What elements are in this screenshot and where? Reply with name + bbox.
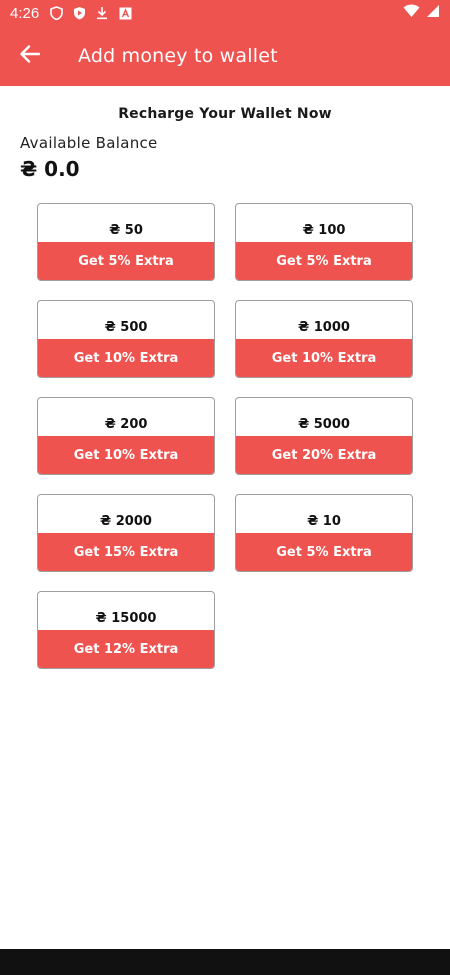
recharge-heading: Recharge Your Wallet Now	[118, 106, 332, 122]
offer-card[interactable]: ₴ 50 Get 5% Extra	[37, 203, 215, 281]
arrow-left-icon	[20, 45, 41, 67]
status-right	[403, 4, 440, 22]
play-protect-icon	[72, 6, 86, 20]
offer-amount: ₴ 15000	[95, 610, 157, 626]
balance-label: Available Balance	[20, 134, 158, 152]
offer-extra: Get 15% Extra	[38, 533, 214, 571]
app-bar: Add money to wallet	[0, 26, 450, 86]
offer-grid: ₴ 50 Get 5% Extra ₴ 100 Get 5% Extra ₴ 5…	[37, 203, 413, 669]
offer-card[interactable]: ₴ 10 Get 5% Extra	[235, 494, 413, 572]
offer-card[interactable]: ₴ 5000 Get 20% Extra	[235, 397, 413, 475]
page-title: Add money to wallet	[78, 45, 278, 67]
offer-extra: Get 12% Extra	[38, 630, 214, 668]
offer-extra: Get 5% Extra	[38, 242, 214, 280]
offer-extra: Get 10% Extra	[38, 436, 214, 474]
wifi-icon	[403, 4, 420, 22]
offer-extra: Get 5% Extra	[236, 242, 412, 280]
offer-extra: Get 10% Extra	[38, 339, 214, 377]
offer-extra: Get 20% Extra	[236, 436, 412, 474]
offer-card[interactable]: ₴ 1000 Get 10% Extra	[235, 300, 413, 378]
offer-amount: ₴ 5000	[298, 416, 350, 432]
offer-extra: Get 5% Extra	[236, 533, 412, 571]
offer-card[interactable]: ₴ 500 Get 10% Extra	[37, 300, 215, 378]
status-bar: 4:26	[0, 0, 450, 26]
offer-amount: ₴ 10	[307, 513, 341, 529]
offer-amount: ₴ 200	[104, 416, 148, 432]
offer-card[interactable]: ₴ 2000 Get 15% Extra	[37, 494, 215, 572]
offer-amount: ₴ 100	[302, 222, 346, 238]
back-button[interactable]	[0, 26, 60, 86]
signal-icon	[426, 4, 440, 22]
offer-card[interactable]: ₴ 100 Get 5% Extra	[235, 203, 413, 281]
system-nav-bar	[0, 949, 450, 975]
balance-value: ₴ 0.0	[20, 157, 80, 181]
font-icon	[118, 6, 132, 20]
offer-card[interactable]: ₴ 15000 Get 12% Extra	[37, 591, 215, 669]
shield-icon	[49, 6, 63, 20]
offer-amount: ₴ 50	[109, 222, 143, 238]
offer-card[interactable]: ₴ 200 Get 10% Extra	[37, 397, 215, 475]
download-icon	[95, 6, 109, 20]
offer-amount: ₴ 2000	[100, 513, 152, 529]
offer-amount: ₴ 500	[104, 319, 148, 335]
offer-amount: ₴ 1000	[298, 319, 350, 335]
offer-extra: Get 10% Extra	[236, 339, 412, 377]
status-time: 4:26	[10, 4, 40, 22]
